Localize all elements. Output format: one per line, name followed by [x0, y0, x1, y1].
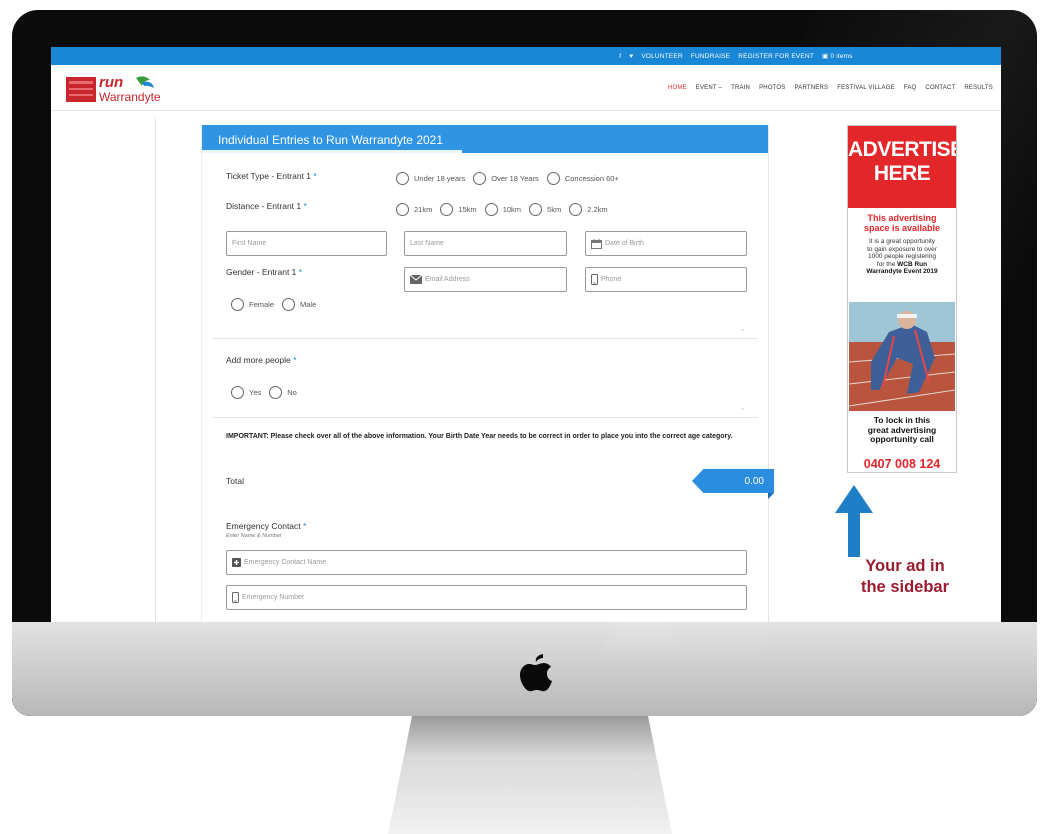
distance-label: Distance - Entrant 1 *	[226, 201, 307, 211]
collapse-caret-icon[interactable]: ⌃	[740, 407, 746, 415]
radio-circle[interactable]	[269, 386, 283, 399]
distance-15km[interactable]: 15km	[440, 203, 477, 216]
radio-circle[interactable]	[529, 203, 543, 216]
add-more-radios: Yes No	[231, 386, 305, 399]
cart-icon: ▣	[822, 53, 829, 60]
nav-train[interactable]: TRAIN	[731, 85, 750, 91]
twitter-icon[interactable]: ♥	[629, 53, 633, 60]
form-header-underline	[202, 150, 462, 153]
cart-link[interactable]: ▣ 0 items	[822, 52, 853, 60]
date-of-birth-input[interactable]: Date of Birth	[585, 231, 747, 256]
ticket-over-18[interactable]: Over 18 Years	[473, 172, 539, 185]
facebook-icon[interactable]: f	[619, 53, 621, 60]
ad-headline: ADVERTISE HERE	[848, 126, 956, 208]
nav-event[interactable]: EVENT –	[696, 85, 722, 91]
radio-circle[interactable]	[440, 203, 454, 216]
calendar-icon	[591, 238, 602, 249]
radio-circle[interactable]	[484, 203, 498, 216]
radio-circle[interactable]	[282, 298, 296, 311]
important-notice: IMPORTANT: Please check over all of the …	[226, 433, 733, 440]
ticket-type-radios: Under 18 years Over 18 Years Concession …	[396, 172, 627, 185]
topbar-link-volunteer[interactable]: VOLUNTEER	[641, 53, 683, 60]
plus-square-icon	[232, 558, 241, 567]
total-value: 0.00	[692, 469, 774, 493]
envelope-icon	[410, 275, 422, 284]
distance-2-2km[interactable]: 2.2km	[569, 203, 608, 216]
gender-radios: Female Male	[231, 298, 324, 311]
radio-circle[interactable]	[231, 386, 244, 399]
nav-faq[interactable]: FAQ	[904, 85, 917, 91]
radio-circle[interactable]	[396, 172, 409, 185]
distance-10km[interactable]: 10km	[484, 203, 521, 216]
section-divider	[212, 338, 758, 339]
radio-circle[interactable]	[231, 298, 244, 311]
topbar-link-register[interactable]: REGISTER FOR EVENT	[738, 53, 814, 60]
add-more-yes[interactable]: Yes	[231, 386, 261, 399]
gender-male[interactable]: Male	[282, 298, 316, 311]
distance-21km[interactable]: 21km	[396, 203, 432, 216]
top-utility-bar: f ♥ VOLUNTEER FUNDRAISE REGISTER FOR EVE…	[51, 47, 1001, 65]
gender-label: Gender - Entrant 1 *	[226, 267, 303, 277]
total-tag-tail	[768, 493, 774, 499]
sidebar-ad-annotation: Your ad in the sidebar	[860, 557, 950, 596]
phone-input[interactable]: Phone	[585, 267, 747, 292]
ticket-type-label: Ticket Type - Entrant 1 *	[226, 171, 317, 181]
radio-circle[interactable]	[473, 172, 487, 185]
total-label: Total	[226, 476, 244, 486]
topbar-link-fundraise[interactable]: FUNDRAISE	[691, 53, 730, 60]
arrow-up-icon	[835, 485, 873, 557]
nav-contact[interactable]: CONTACT	[925, 85, 955, 91]
emergency-name-input[interactable]: Emergency Contact Name	[226, 550, 747, 575]
last-name-input[interactable]: Last Name	[404, 231, 567, 256]
cart-count: 0 items	[830, 53, 853, 60]
distance-5km[interactable]: 5km	[529, 203, 561, 216]
ad-availability: This advertising space is available	[863, 213, 941, 233]
section-divider	[212, 417, 758, 418]
form-header: Individual Entries to Run Warrandyte 202…	[202, 125, 768, 153]
nav-partners[interactable]: PARTNERS	[795, 85, 829, 91]
ad-phone-number[interactable]: 0407 008 124	[848, 457, 956, 471]
distance-radios: 21km 15km 10km 5km 2.2km	[396, 203, 616, 216]
emergency-number-input[interactable]: Emergency Number	[226, 585, 747, 610]
form-title: Individual Entries to Run Warrandyte 202…	[218, 133, 444, 147]
run-warrandyte-logo[interactable]: run Warrandyte	[66, 74, 176, 104]
radio-circle[interactable]	[569, 203, 583, 216]
gender-female[interactable]: Female	[231, 298, 274, 311]
nav-photos[interactable]: PHOTOS	[759, 85, 785, 91]
phone-icon	[591, 274, 598, 285]
logo-word: run	[99, 74, 123, 91]
nav-home[interactable]: HOME	[668, 85, 687, 91]
ad-body: It is a great opportunity to gain exposu…	[866, 238, 938, 275]
sidebar-ad[interactable]: ADVERTISE HERE This advertising space is…	[847, 125, 957, 473]
nav-links: HOME EVENT – TRAIN PHOTOS PARTNERS FESTI…	[668, 85, 993, 91]
emergency-contact-label: Emergency Contact *	[226, 521, 307, 531]
runner-photo	[849, 302, 955, 411]
radio-circle[interactable]	[396, 203, 409, 216]
nav-results[interactable]: RESULTS	[964, 85, 993, 91]
radio-circle[interactable]	[546, 172, 560, 185]
email-input[interactable]: Email Address	[404, 267, 567, 292]
monitor-stand	[388, 716, 672, 834]
logo-sub: Warrandyte	[99, 90, 161, 104]
ticket-concession[interactable]: Concession 60+	[546, 172, 619, 185]
entry-form: Individual Entries to Run Warrandyte 202…	[201, 125, 774, 622]
add-more-label: Add more people *	[226, 355, 297, 365]
first-name-input[interactable]: First Name	[226, 231, 387, 256]
apple-logo-icon	[520, 654, 552, 692]
phone-icon	[232, 592, 239, 603]
ad-call-to-action: To lock in this great advertising opport…	[867, 415, 937, 444]
emergency-contact-hint: Enter Name & Number	[226, 533, 282, 539]
content-rule	[155, 117, 156, 622]
ticket-under-18[interactable]: Under 18 years	[396, 172, 465, 185]
collapse-caret-icon[interactable]: ⌃	[740, 328, 746, 336]
nav-festival-village[interactable]: FESTIVAL VILLAGE	[837, 85, 895, 91]
main-nav: run Warrandyte HOME EVENT – TRAIN PHOTOS…	[51, 65, 1001, 111]
add-more-no[interactable]: No	[269, 386, 297, 399]
